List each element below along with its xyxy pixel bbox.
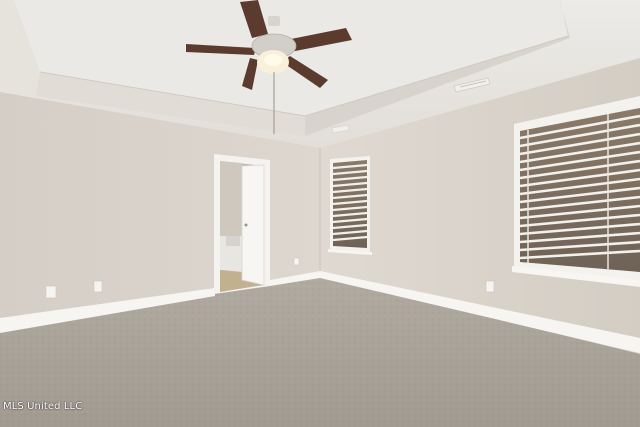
- wall-outlet: [45, 285, 57, 299]
- room-illustration: [0, 0, 640, 427]
- small-window: [328, 156, 372, 255]
- large-window: [512, 96, 640, 287]
- wall-outlet: [93, 280, 103, 293]
- room-photo: MLS United LLC: [0, 0, 640, 427]
- wall-outlet: [293, 257, 300, 266]
- door-knob: [244, 223, 248, 227]
- watermark-text: MLS United LLC: [3, 401, 83, 412]
- wall-outlet: [485, 280, 495, 293]
